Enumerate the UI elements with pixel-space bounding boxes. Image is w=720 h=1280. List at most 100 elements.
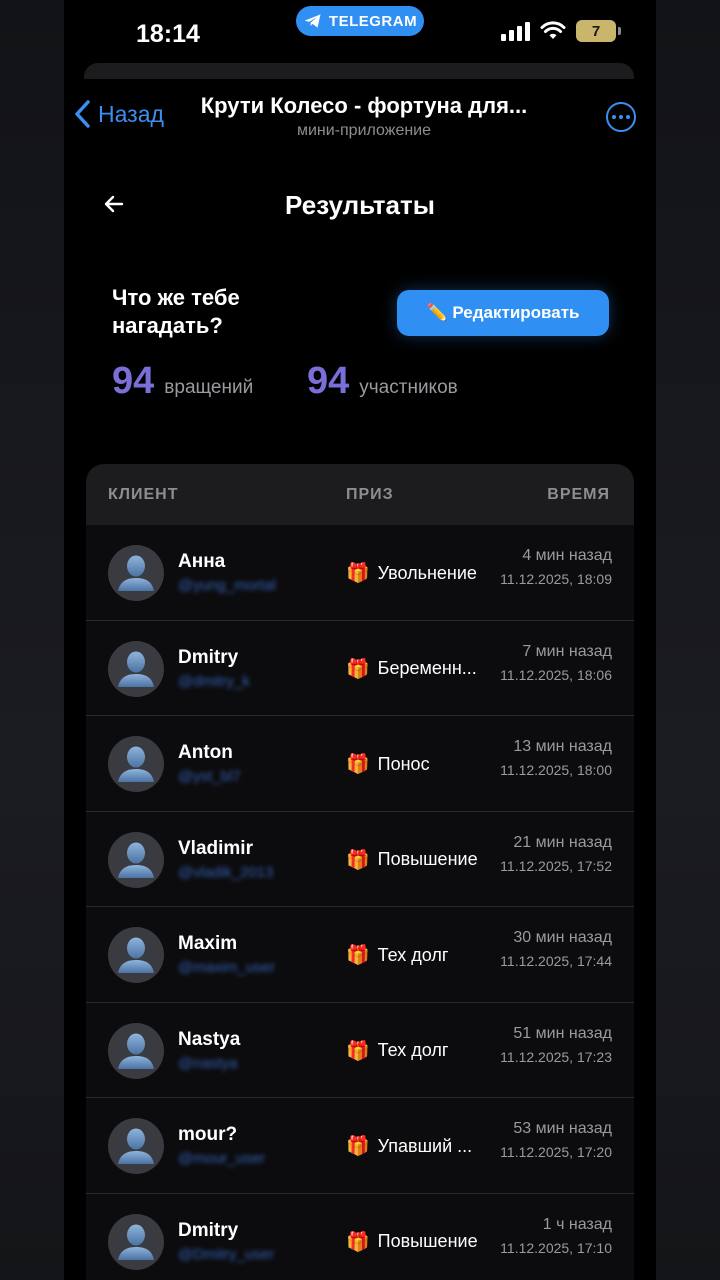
background-right <box>656 0 720 1280</box>
avatar <box>108 927 164 983</box>
table-row[interactable]: Dmitry @dmitry_k 🎁 Беременн... 7 мин наз… <box>86 621 634 716</box>
gift-icon: 🎁 <box>346 945 370 966</box>
participants-count: 94 <box>307 360 350 402</box>
client-name: Dmitry <box>178 646 239 668</box>
telegram-pill[interactable]: TELEGRAM <box>296 6 424 36</box>
prize-label: Упавший ... <box>377 1135 473 1156</box>
header-time: ВРЕМЯ <box>547 486 610 503</box>
datetime: 11.12.2025, 18:06 <box>500 666 612 683</box>
client-name: Nastya <box>178 1028 241 1050</box>
client-handle[interactable]: @mour_user <box>178 1150 265 1167</box>
more-dot-icon <box>612 115 616 119</box>
table-row[interactable]: Анна @yung_mortal 🎁 Увольнение 4 мин наз… <box>86 525 634 621</box>
gift-icon: 🎁 <box>346 754 370 775</box>
client-handle[interactable]: @nastya <box>178 1055 237 1072</box>
table-row[interactable]: mour? @mour_user 🎁 Упавший ... 53 мин на… <box>86 1098 634 1194</box>
relative-time: 4 мин назад <box>522 547 612 564</box>
user-placeholder-icon <box>118 555 154 591</box>
client-handle[interactable]: @Dmitry_user <box>178 1246 274 1263</box>
client-handle[interactable]: @yst_bl7 <box>178 768 241 785</box>
avatar <box>108 1118 164 1174</box>
prize-cell: 🎁 Повышение <box>346 848 486 872</box>
background-left <box>0 0 64 1280</box>
chevron-left-icon <box>75 100 90 128</box>
avatar <box>108 1022 164 1079</box>
table-row[interactable]: Vladimir @vladik_2013 🎁 Повышение 21 мин… <box>86 812 634 907</box>
relative-time: 1 ч назад <box>542 1215 612 1233</box>
back-label: Назад <box>98 100 164 127</box>
wheel-question: Что же тебе нагадать? <box>112 285 240 338</box>
prize-cell: 🎁 Тех долг <box>346 1039 486 1063</box>
app-subtitle: мини-приложение <box>296 122 432 139</box>
client-handle[interactable]: @maxim_user <box>178 959 275 976</box>
user-placeholder-icon <box>118 651 154 687</box>
prize-label: Увольнение <box>377 562 477 583</box>
app-title: Крути Колесо - фортуна для... <box>200 93 528 118</box>
client-handle[interactable]: @dmitry_k <box>178 673 250 690</box>
datetime: 11.12.2025, 18:00 <box>500 762 612 778</box>
prize-label: Повышение <box>377 849 478 869</box>
client-handle[interactable]: @vladik_2013 <box>178 864 273 881</box>
datetime: 11.12.2025, 17:44 <box>500 953 612 969</box>
client-name: Vladimir <box>178 837 253 859</box>
user-placeholder-icon <box>118 842 154 878</box>
gift-icon: 🎁 <box>346 1231 370 1253</box>
table-row[interactable]: Dmitry @Dmitry_user 🎁 Повышение 1 ч наза… <box>86 1194 634 1280</box>
relative-time: 53 мин назад <box>513 1120 612 1137</box>
prize-cell: 🎁 Увольнение <box>346 561 486 585</box>
avatar <box>108 545 164 601</box>
header-prize: ПРИЗ <box>346 486 394 503</box>
datetime: 11.12.2025, 17:10 <box>500 1239 612 1256</box>
relative-time: 21 мин назад <box>513 833 612 851</box>
gift-icon: 🎁 <box>346 1136 370 1157</box>
prize-cell: 🎁 Упавший ... <box>346 1134 486 1158</box>
spins-label: вращений <box>164 377 254 398</box>
telegram-label: TELEGRAM <box>328 12 418 30</box>
avatar <box>108 640 164 697</box>
client-handle[interactable]: @yung_mortal <box>178 577 276 594</box>
participants-stat: 94 участников <box>307 360 458 403</box>
table-header: КЛИЕНТ ПРИЗ ВРЕМЯ <box>86 464 634 525</box>
more-options-button[interactable] <box>606 102 636 132</box>
status-icons: 7 <box>501 20 621 42</box>
spins-count: 94 <box>112 360 155 402</box>
status-time: 18:14 <box>136 20 200 48</box>
prize-label: Тех долг <box>377 944 449 965</box>
relative-time: 13 мин назад <box>513 738 612 755</box>
header-client: КЛИЕНТ <box>108 486 179 503</box>
datetime: 11.12.2025, 17:23 <box>500 1048 612 1065</box>
client-name: mour? <box>178 1124 238 1145</box>
gift-icon: 🎁 <box>346 563 370 584</box>
datetime: 11.12.2025, 17:20 <box>500 1144 612 1160</box>
prize-cell: 🎁 Тех долг <box>346 943 486 967</box>
client-name: Maxim <box>178 933 238 954</box>
prize-label: Тех долг <box>377 1040 449 1060</box>
prize-cell: 🎁 Понос <box>346 752 486 776</box>
prize-cell: 🎁 Повышение <box>346 1230 486 1254</box>
client-name: Dmitry <box>178 1219 239 1241</box>
results-table: КЛИЕНТ ПРИЗ ВРЕМЯ Анна @yung_mortal 🎁 Ув… <box>86 464 634 1280</box>
battery-icon: 7 <box>576 20 621 42</box>
gift-icon: 🎁 <box>346 1040 370 1062</box>
user-placeholder-icon <box>118 746 154 782</box>
participants-label: участников <box>359 377 458 398</box>
back-button[interactable]: Назад <box>74 99 164 129</box>
telegram-icon <box>304 14 321 28</box>
prize-cell: 🎁 Беременн... <box>346 657 486 681</box>
table-row[interactable]: Maxim @maxim_user 🎁 Тех долг 30 мин наза… <box>86 907 634 1003</box>
prize-label: Повышение <box>377 1231 478 1251</box>
spins-stat: 94 вращений <box>112 360 253 403</box>
client-name: Anton <box>178 742 233 763</box>
edit-button[interactable]: ✏️ Редактировать <box>397 290 609 336</box>
user-placeholder-icon <box>118 1224 154 1260</box>
table-row[interactable]: Nastya @nastya 🎁 Тех долг 51 мин назад 1… <box>86 1003 634 1098</box>
datetime: 11.12.2025, 17:52 <box>500 857 612 874</box>
user-placeholder-icon <box>118 937 154 973</box>
table-row[interactable]: Anton @yst_bl7 🎁 Понос 13 мин назад 11.1… <box>86 716 634 812</box>
user-placeholder-icon <box>118 1033 154 1069</box>
avatar <box>108 736 164 792</box>
user-placeholder-icon <box>118 1128 154 1164</box>
signal-icon <box>501 21 530 41</box>
relative-time: 30 мин назад <box>513 929 612 946</box>
table-body: Анна @yung_mortal 🎁 Увольнение 4 мин наз… <box>86 525 634 1280</box>
